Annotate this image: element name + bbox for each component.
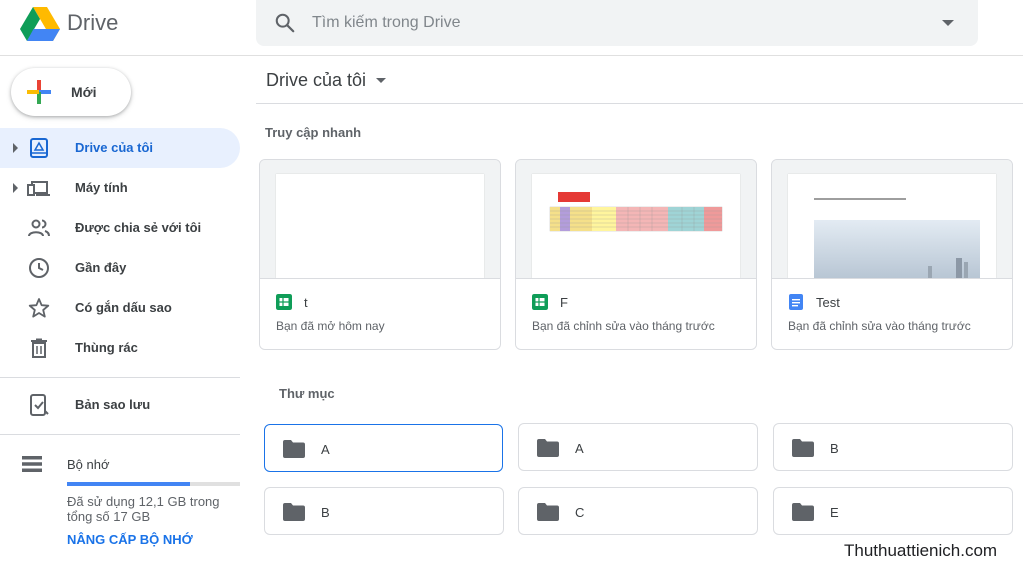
search-input[interactable] [312,0,912,46]
folder-icon [537,439,559,457]
file-preview [516,160,756,278]
sidebar-item-label: Drive của tôi [75,140,154,155]
spreadsheet-thumbnail [549,192,723,232]
sidebar-item-label: Có gắn dấu sao [75,300,172,315]
sidebar-item-backups[interactable]: Bản sao lưu [0,385,240,425]
file-preview [260,160,500,278]
sidebar-item-shared[interactable]: Được chia sẻ với tôi [0,208,240,248]
page-title[interactable]: Drive của tôi [266,70,366,91]
sidebar-item-computers[interactable]: Máy tính [0,168,240,208]
new-button-label: Mới [71,84,97,100]
sidebar-item-label: Máy tính [75,180,128,195]
computer-icon [27,181,50,196]
folder-item[interactable]: B [264,487,504,535]
folder-icon [792,439,814,457]
search-icon[interactable] [274,12,296,34]
chevron-down-icon[interactable] [376,78,386,83]
folder-name: B [321,505,330,520]
backup-icon [30,394,49,416]
docs-icon [789,294,803,310]
plus-icon [27,80,51,104]
preview-page [788,174,996,278]
app-title[interactable]: Drive [67,10,118,36]
folder-icon [792,503,814,521]
sidebar-item-label: Gần đây [75,260,127,275]
file-name: F [560,295,568,310]
sidebar-divider [0,377,240,378]
preview-page [532,174,740,278]
storage-usage-text: Đã sử dụng 12,1 GB trong tổng số 17 GB [67,494,220,524]
file-activity: Bạn đã mở hôm nay [276,319,385,333]
folder-item[interactable]: E [773,487,1013,535]
storage-label: Bộ nhớ [67,457,110,472]
document-thumbnail [814,198,980,278]
top-bar: Drive [0,0,1023,56]
trash-icon [31,338,47,358]
folder-item[interactable]: A [518,423,758,471]
expand-arrow-icon[interactable] [13,183,18,193]
sidebar-item-label: Thùng rác [75,340,138,355]
folder-icon [283,440,305,458]
quick-access-card[interactable]: F Bạn đã chỉnh sửa vào tháng trước [515,159,757,350]
sidebar-divider [0,434,240,435]
folder-name: A [575,441,584,456]
sidebar-item-my-drive[interactable]: Drive của tôi [0,128,240,168]
storage-progress-bar [67,482,240,486]
folder-name: E [830,505,839,520]
expand-arrow-icon[interactable] [13,143,18,153]
shared-icon [28,219,50,237]
search-options-icon[interactable] [942,20,954,26]
folder-name: C [575,505,585,520]
file-info: t Bạn đã mở hôm nay [260,278,500,349]
folders-title: Thư mục [279,386,335,401]
sidebar-item-starred[interactable]: Có gắn dấu sao [0,288,240,328]
file-preview [772,160,1012,278]
quick-access-card[interactable]: Test Bạn đã chỉnh sửa vào tháng trước [771,159,1013,350]
storage-progress-fill [67,482,190,486]
clock-icon [29,258,49,278]
quick-access-card[interactable]: t Bạn đã mở hôm nay [259,159,501,350]
quick-access-title: Truy cập nhanh [265,125,362,140]
file-name: Test [816,295,840,310]
watermark: Thuthuattienich.com [844,541,998,560]
file-activity: Bạn đã chỉnh sửa vào tháng trước [532,319,715,333]
my-drive-icon [30,138,48,158]
preview-page [276,174,484,278]
sheets-icon [276,294,292,310]
new-button[interactable]: Mới [11,68,131,116]
file-info: F Bạn đã chỉnh sửa vào tháng trước [516,278,756,349]
star-icon [28,298,50,318]
sidebar-item-label: Bản sao lưu [75,397,151,412]
drive-logo-icon[interactable] [20,6,60,42]
search-bar[interactable] [256,0,978,46]
folder-item[interactable]: A [264,424,503,472]
sidebar-item-label: Được chia sẻ với tôi [75,220,202,235]
file-activity: Bạn đã chỉnh sửa vào tháng trước [788,319,971,333]
folder-item[interactable]: B [773,423,1013,471]
sidebar-item-recent[interactable]: Gần đây [0,248,240,288]
storage-icon [22,456,42,472]
file-info: Test Bạn đã chỉnh sửa vào tháng trước [772,278,1012,349]
folder-name: B [830,441,839,456]
folder-icon [537,503,559,521]
sidebar-item-trash[interactable]: Thùng rác [0,328,240,368]
main-divider [256,103,1023,104]
upgrade-storage-link[interactable]: NÂNG CẤP BỘ NHỚ [67,532,193,547]
folder-name: A [321,442,330,457]
folder-icon [283,503,305,521]
sheets-icon [532,294,548,310]
folder-item[interactable]: C [518,487,758,535]
file-name: t [304,295,308,310]
